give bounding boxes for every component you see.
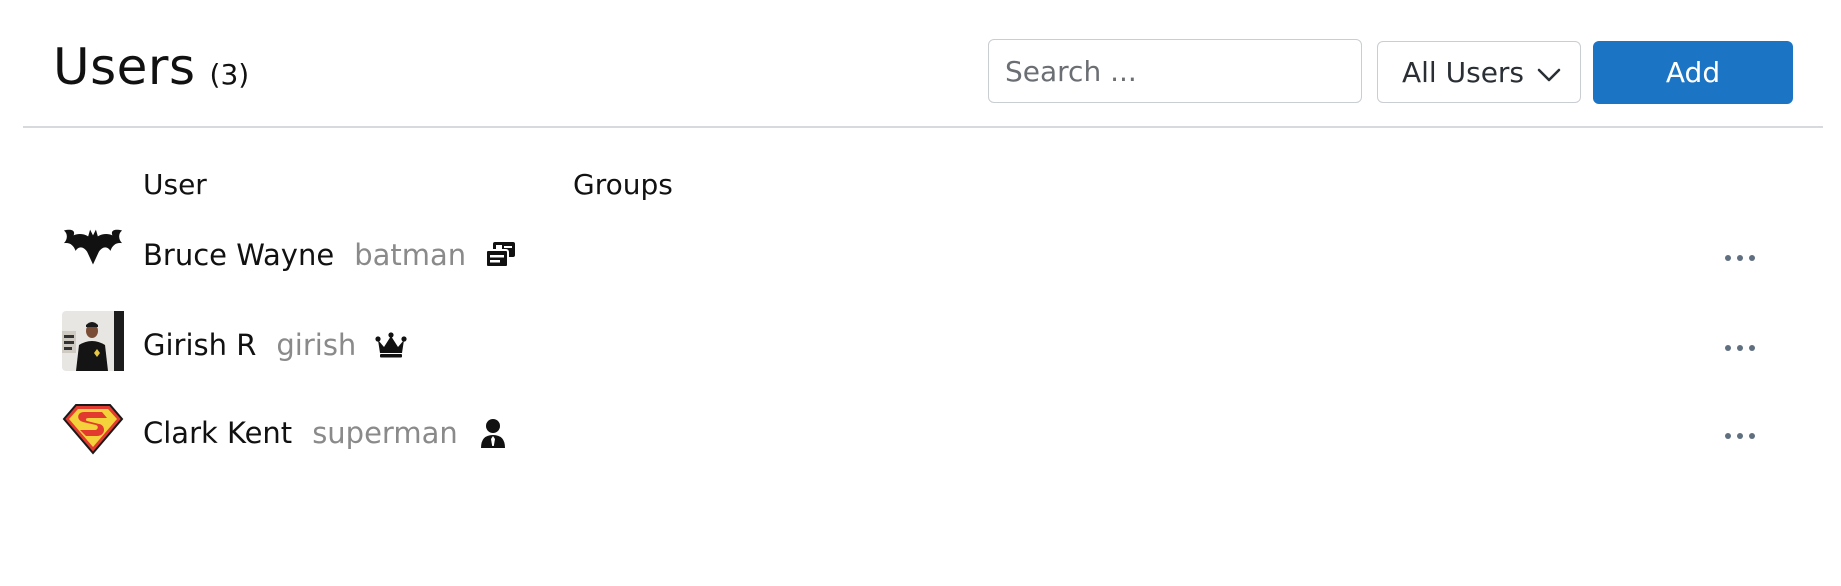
profile-photo [62, 310, 124, 372]
filter-label: All Users [1402, 55, 1525, 89]
user-name-line: Girish R girish [143, 328, 408, 362]
column-header-groups[interactable]: Groups [573, 168, 673, 201]
add-user-button[interactable]: Add [1593, 41, 1793, 104]
crown-icon [374, 328, 408, 362]
user-handle: girish [276, 328, 357, 362]
user-name-line: Clark Kent superman [143, 416, 510, 450]
more-dot [1725, 433, 1731, 439]
more-dot [1737, 433, 1743, 439]
superman-logo-icon [62, 398, 124, 460]
user-handle: batman [354, 238, 467, 272]
page-title: Users [53, 38, 196, 96]
user-name-line: Bruce Wayne batman [143, 238, 518, 272]
user-filter-select[interactable]: All Users [1377, 41, 1581, 103]
column-header-user[interactable]: User [143, 168, 207, 201]
more-dot [1725, 345, 1731, 351]
table-row[interactable]: Clark Kent superman [0, 394, 1841, 481]
chevron-down-icon [1537, 68, 1561, 82]
bat-logo-icon [62, 216, 124, 278]
user-count: (3) [209, 58, 250, 91]
user-name[interactable]: Bruce Wayne [143, 238, 334, 272]
user-name[interactable]: Clark Kent [143, 416, 292, 450]
row-actions-button[interactable] [1725, 426, 1755, 446]
more-dot [1749, 255, 1755, 261]
user-handle: superman [312, 416, 458, 450]
admin-id-card-icon [484, 238, 518, 272]
user-tie-icon [476, 416, 510, 450]
row-actions-button[interactable] [1725, 338, 1755, 358]
more-dot [1749, 433, 1755, 439]
more-dot [1725, 255, 1731, 261]
header-divider [23, 126, 1823, 128]
more-dot [1749, 345, 1755, 351]
title-wrap: Users (3) [53, 42, 249, 92]
row-actions-button[interactable] [1725, 248, 1755, 268]
table-row[interactable]: Girish R girish [0, 306, 1841, 393]
more-dot [1737, 255, 1743, 261]
search-input[interactable] [988, 39, 1362, 103]
header: Users (3) All Users Add [0, 0, 1841, 127]
more-dot [1737, 345, 1743, 351]
users-page: Users (3) All Users Add User Groups Bruc… [0, 0, 1841, 586]
user-name[interactable]: Girish R [143, 328, 256, 362]
table-row[interactable]: Bruce Wayne batman [0, 216, 1841, 303]
